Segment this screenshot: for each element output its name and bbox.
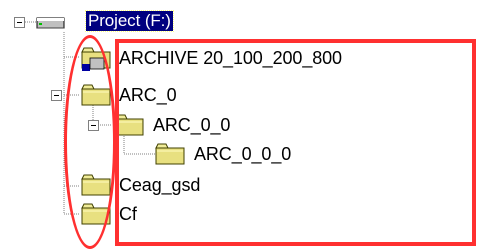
tree-item-arc-0-0-0[interactable]: ARC_0_0_0 [192,143,293,165]
root-collapse-toggle[interactable] [14,17,25,28]
arc-0-collapse-toggle[interactable] [51,90,62,101]
tree-item-ceag-gsd[interactable]: Ceag_gsd [117,174,202,196]
drive-icon [36,17,65,29]
folder-icon [81,174,111,196]
tree-view: Project (F:) ARCHIVE 20_100_200_800 ARC_… [0,0,482,251]
tree-root-label[interactable]: Project (F:) [85,10,174,32]
folder-icon [81,84,111,106]
tree-connector-lines [25,21,155,215]
tree-item-archive[interactable]: ARCHIVE 20_100_200_800 [117,47,344,69]
tree-item-arc-0[interactable]: ARC_0 [117,84,179,106]
folder-icon [114,114,144,136]
tree-item-arc-0-0[interactable]: ARC_0_0 [151,114,232,136]
arc-0-0-collapse-toggle[interactable] [88,120,99,131]
folder-icon [81,203,111,225]
tree-item-cf[interactable]: Cf [117,203,139,225]
folder-shared-icon [81,47,111,71]
folder-icon [155,143,185,165]
